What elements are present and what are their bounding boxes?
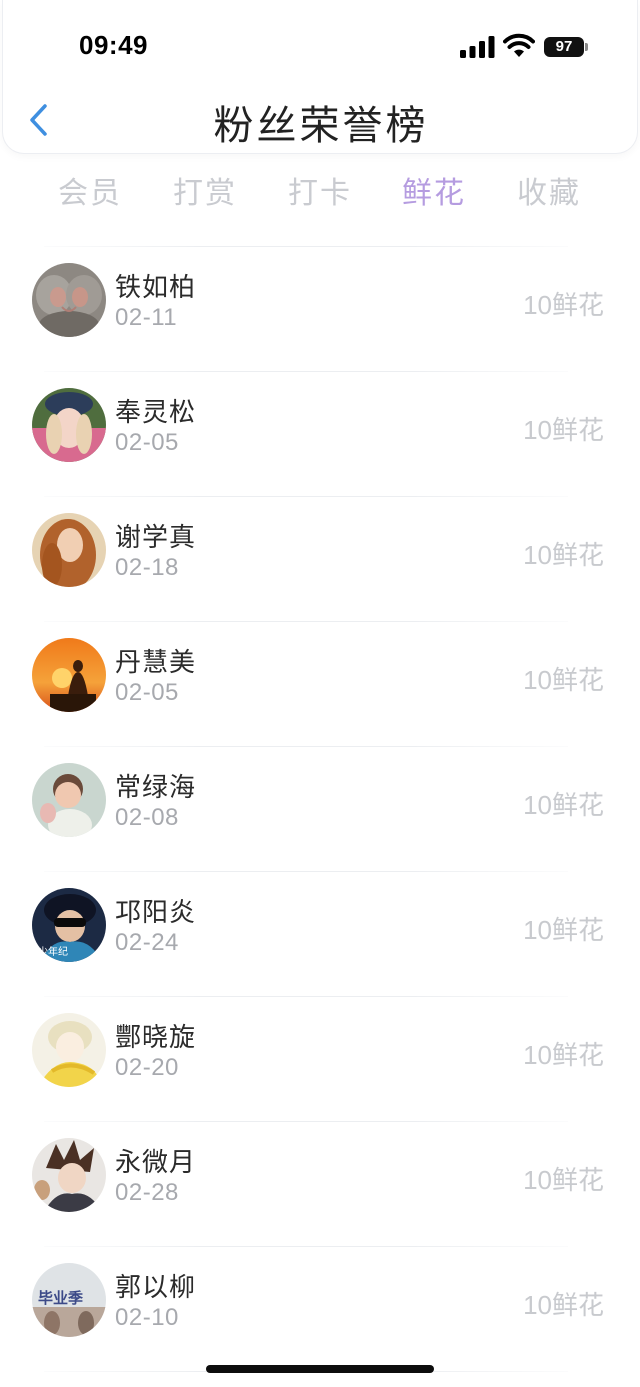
buddha-sunset-avatar[interactable] (32, 638, 106, 712)
fan-name: 谢学真 (115, 523, 197, 553)
fan-name: 丹慧美 (115, 648, 197, 678)
tab-membership[interactable]: 会员 (30, 168, 150, 212)
fan-date: 02-28 (115, 1179, 179, 1206)
flower-count: 10鲜花 (523, 290, 604, 321)
flower-count: 10鲜花 (523, 1290, 604, 1321)
fan-date: 02-05 (115, 679, 179, 706)
flower-count: 10鲜花 (523, 540, 604, 571)
tab-checkin[interactable]: 打卡 (260, 168, 380, 212)
fan-date: 02-20 (115, 1054, 179, 1081)
boy-sunglasses-avatar[interactable]: 少年纪 (32, 888, 106, 962)
fan-name: 永微月 (115, 1148, 197, 1178)
anime-blond-avatar[interactable] (32, 1013, 106, 1087)
cellular-signal-icon (460, 36, 495, 58)
girl-cap-avatar[interactable] (32, 388, 106, 462)
graduation-avatar[interactable]: 毕业季 (32, 1263, 106, 1337)
fan-date: 02-18 (115, 554, 179, 581)
svg-text:毕业季: 毕业季 (38, 1289, 83, 1307)
battery-level: 97 (544, 37, 584, 57)
fan-name: 奉灵松 (115, 398, 197, 428)
tab-flowers[interactable]: 鲜花 (374, 168, 494, 212)
fan-name: 常绿海 (115, 773, 197, 803)
header-card: 09:49 97 粉丝荣誉榜 (2, 0, 638, 154)
wifi-icon (503, 33, 535, 57)
fan-row[interactable]: 少年纪 邛阳炎 02-24 10鲜花 (0, 872, 640, 996)
home-indicator[interactable] (206, 1365, 434, 1373)
fan-row[interactable]: 谢学真 02-18 10鲜花 (0, 497, 640, 621)
fan-name: 酆晓旋 (115, 1023, 197, 1053)
fan-row[interactable]: 奉灵松 02-05 10鲜花 (0, 372, 640, 496)
tab-reward[interactable]: 打赏 (145, 168, 265, 212)
fan-name: 铁如柏 (115, 273, 197, 303)
fan-row[interactable]: 铁如柏 02-11 10鲜花 (0, 247, 640, 371)
anime-dark-avatar[interactable] (32, 1138, 106, 1212)
fan-date: 02-08 (115, 804, 179, 831)
fan-date: 02-10 (115, 1304, 179, 1331)
flower-count: 10鲜花 (523, 1165, 604, 1196)
fan-row[interactable]: 永微月 02-28 10鲜花 (0, 1122, 640, 1246)
status-time: 09:49 (79, 30, 148, 60)
fan-date: 02-05 (115, 429, 179, 456)
fan-date: 02-11 (115, 304, 178, 331)
fan-row[interactable]: 常绿海 02-08 10鲜花 (0, 747, 640, 871)
fan-date: 02-24 (115, 929, 179, 956)
fan-row[interactable]: 酆晓旋 02-20 10鲜花 (0, 997, 640, 1121)
red-hair-woman-avatar[interactable] (32, 513, 106, 587)
fan-name: 郭以柳 (115, 1273, 197, 1303)
fan-row[interactable]: 丹慧美 02-05 10鲜花 (0, 622, 640, 746)
fan-name: 邛阳炎 (115, 898, 197, 928)
tab-bar: 会员 打赏 打卡 鲜花 收藏 (30, 168, 610, 218)
flower-count: 10鲜花 (523, 415, 604, 446)
flower-count: 10鲜花 (523, 665, 604, 696)
svg-text:少年纪: 少年纪 (38, 945, 68, 958)
fan-row[interactable]: 毕业季 郭以柳 02-10 10鲜花 (0, 1247, 640, 1371)
flower-count: 10鲜花 (523, 915, 604, 946)
tab-favorites[interactable]: 收藏 (489, 168, 609, 212)
fan-list: 铁如柏 02-11 10鲜花 奉灵松 02-05 10鲜花 谢学真 02-18 … (0, 246, 640, 1372)
page-title: 粉丝荣誉榜 (213, 103, 429, 149)
battery-icon: 97 (544, 37, 588, 57)
monkeys-heart-avatar[interactable] (32, 263, 106, 337)
flower-count: 10鲜花 (523, 790, 604, 821)
flower-count: 10鲜花 (523, 1040, 604, 1071)
baby-avatar[interactable] (32, 763, 106, 837)
